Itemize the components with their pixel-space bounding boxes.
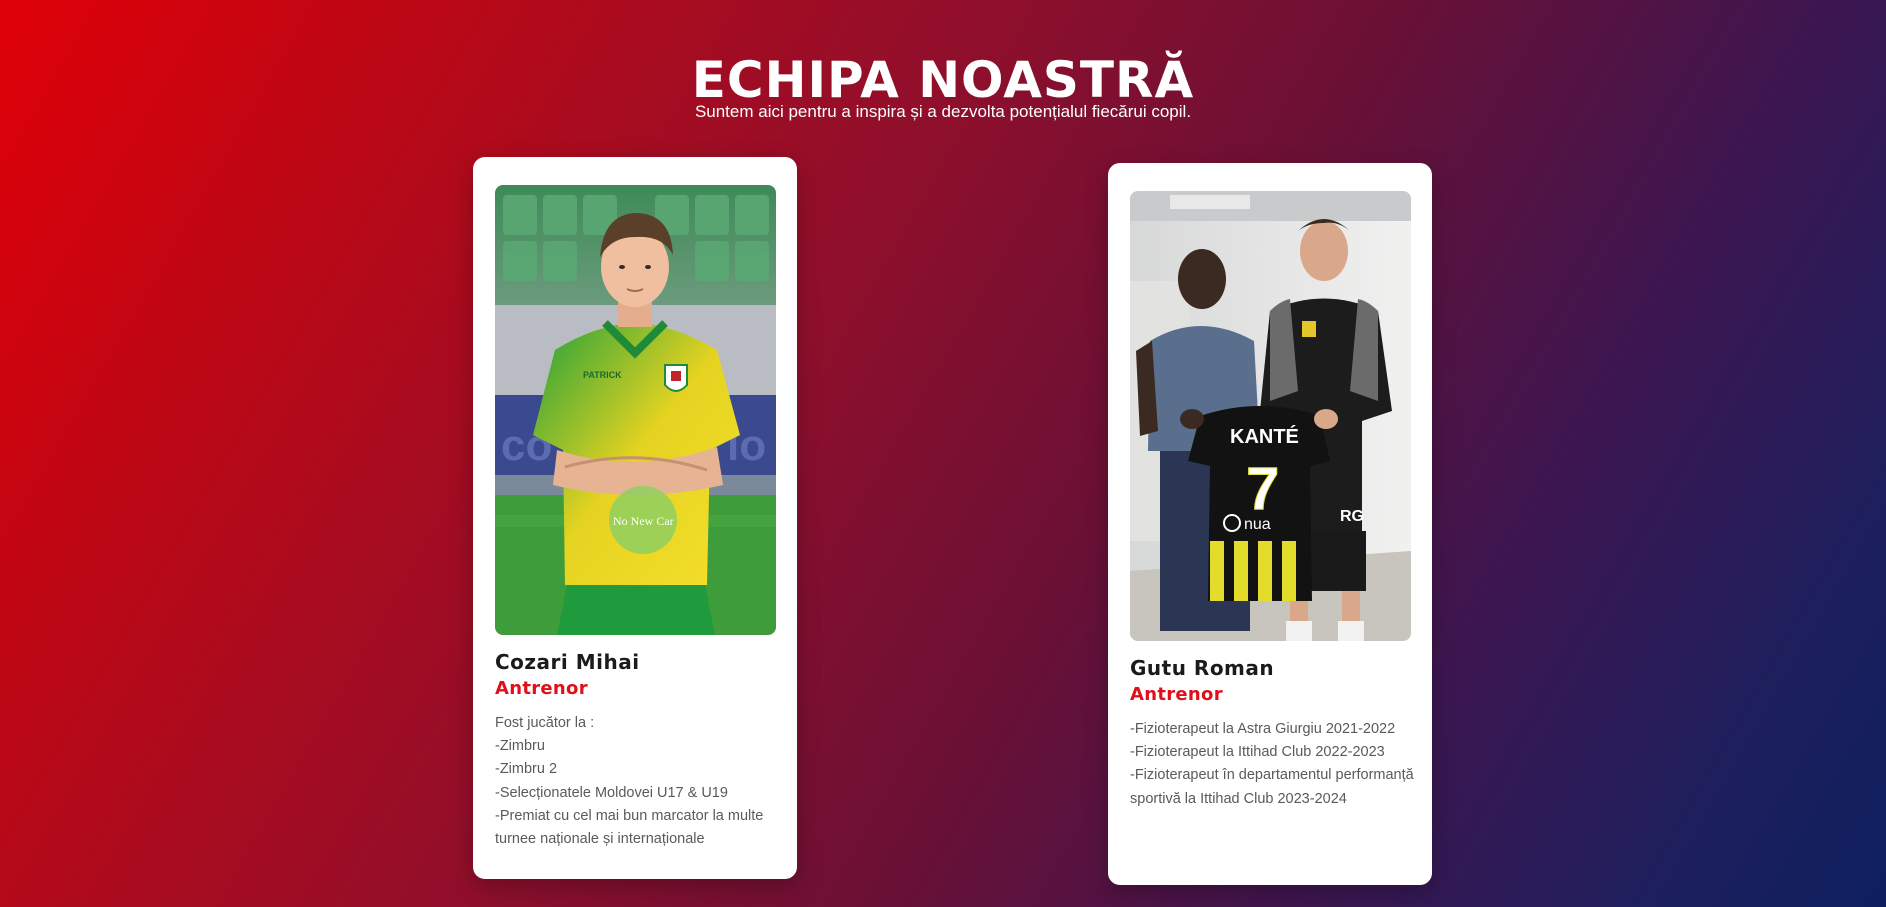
jersey-brand-text: PATRICK <box>583 370 622 380</box>
bio-line: sportivă la Ittihad Club 2023-2024 <box>1130 790 1347 807</box>
team-member-photo: co lo PATRICK No New Car <box>495 185 776 635</box>
coach-photo-image: co lo PATRICK No New Car <box>495 185 776 635</box>
bio-line: -Fizioterapeut la Astra Giurgiu 2021-202… <box>1130 721 1396 737</box>
team-member-name: Gutu Roman <box>1130 656 1275 680</box>
team-member-role: Antrenor <box>1130 684 1223 705</box>
bio-line: -Zimbru <box>495 738 545 755</box>
page-subtitle: Suntem aici pentru a inspira și a dezvol… <box>694 102 1192 121</box>
bio-line: -Fizioterapeut la Ittihad Club 2022-2023 <box>1130 744 1385 761</box>
team-member-card: co lo PATRICK No New Car Cozari Mihai An… <box>473 157 797 879</box>
shirt-sponsor: nua <box>1244 516 1271 533</box>
bio-line: Fost jucător la : <box>495 715 595 731</box>
team-member-bio: -Fizioterapeut la Astra Giurgiu 2021-202… <box>1130 718 1420 811</box>
shirt-name: KANTÉ <box>1230 425 1299 448</box>
physio-photo-image: RG KANTÉ 7 nua <box>1130 191 1411 641</box>
shirt-number: 7 <box>1246 455 1279 522</box>
shorts-initials: RG <box>1340 508 1364 525</box>
svg-text:No New Car: No New Car <box>613 514 674 528</box>
bio-line: -Zimbru 2 <box>495 761 558 778</box>
bio-line: turnee naționale și internaționale <box>495 831 705 848</box>
bio-line: -Fizioterapeut în departamentul performa… <box>1130 767 1414 784</box>
team-member-bio: Fost jucător la : -Zimbru -Zimbru 2 -Sel… <box>495 712 785 851</box>
team-member-card: RG KANTÉ 7 nua Gutu Roman Antrenor -Fizi… <box>1108 163 1432 885</box>
team-member-role: Antrenor <box>495 678 588 699</box>
bio-line: -Selecționatele Moldovei U17 & U19 <box>495 784 728 801</box>
team-member-photo: RG KANTÉ 7 nua <box>1130 191 1411 641</box>
team-member-name: Cozari Mihai <box>495 650 640 674</box>
bio-line: -Premiat cu cel mai bun marcator la mult… <box>495 807 764 824</box>
